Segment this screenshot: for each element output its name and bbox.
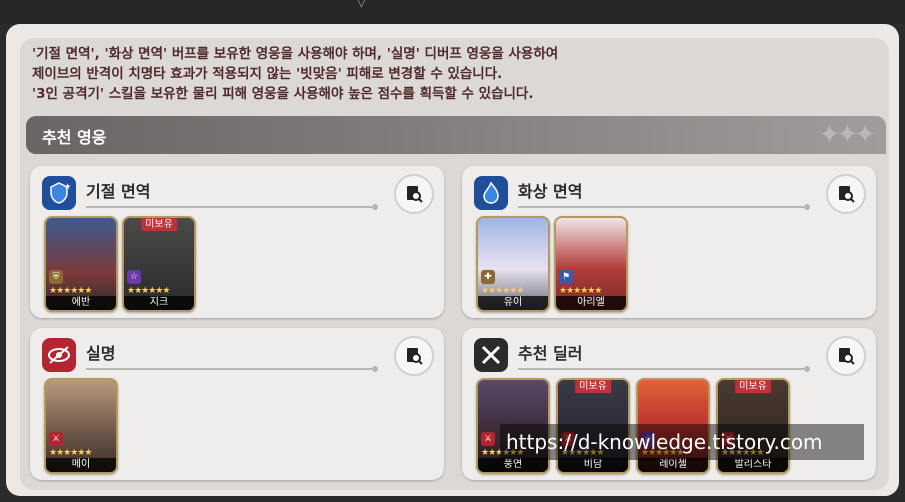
title-underline	[86, 204, 378, 210]
crossed-swords-icon	[474, 338, 508, 372]
description-line: 제이브의 반격이 치명타 효과가 적용되지 않는 '빗맞음' 피해로 변경할 수…	[32, 66, 503, 82]
not-owned-badge: 미보유	[735, 380, 771, 393]
not-owned-badge: 미보유	[575, 380, 611, 393]
section-title: 추천 영웅	[42, 128, 107, 147]
search-hero-button[interactable]	[826, 174, 866, 214]
stun-immunity-icon: ★	[42, 176, 76, 210]
hero-name: 지크	[124, 296, 194, 310]
search-hero-button[interactable]	[826, 336, 866, 376]
star-rating: ★★★★★★	[559, 286, 602, 296]
search-icon	[839, 348, 855, 365]
warrior-class-icon: ⚔	[49, 432, 63, 446]
card-title: 화상 면역	[518, 182, 583, 201]
decorative-stars-icon: ✦✦✦	[818, 120, 876, 150]
warrior-class-icon: ⚔	[481, 432, 495, 446]
inner-panel: '기절 면역', '화상 면역' 버프를 보유한 영웅을 사용해야 하며, '실…	[20, 38, 889, 490]
hero-name: 레이첼	[638, 458, 708, 472]
star-rating: ★★★★★★	[127, 286, 170, 296]
card-blind: 실명 ⚔ ★★★★★★ 메이	[30, 328, 444, 480]
hero-name: 메이	[46, 458, 116, 472]
mission-description: '기절 면역', '화상 면역' 버프를 보유한 영웅을 사용해야 하며, '실…	[32, 44, 872, 104]
healer-class-icon: ✚	[481, 270, 495, 284]
hero-card-yui[interactable]: ✚ ★★★★★★ 유이	[476, 216, 550, 312]
card-stun-immunity: ★ 기절 면역 ⛨ ★★★★★★ 에반 미보유 ☆ ★★★★★★ 지크	[30, 166, 444, 318]
search-icon	[407, 186, 423, 203]
hero-card-evan[interactable]: ⛨ ★★★★★★ 에반	[44, 216, 118, 312]
description-line: '기절 면역', '화상 면역' 버프를 보유한 영웅을 사용해야 하며, '실…	[32, 46, 559, 62]
recommended-heroes-header: 추천 영웅 ✦✦✦	[26, 116, 886, 154]
card-title: 추천 딜러	[518, 344, 583, 363]
star-class-icon: ☆	[127, 270, 141, 284]
hero-name: 풍연	[478, 458, 548, 472]
search-icon	[407, 348, 423, 365]
hero-name: 비담	[558, 458, 628, 472]
shield-class-icon: ⛨	[49, 270, 63, 284]
top-bar: ▽	[0, 0, 905, 24]
star-rating: ★★★★★★	[49, 448, 92, 458]
search-hero-button[interactable]	[394, 336, 434, 376]
flag-class-icon: ⚑	[559, 270, 573, 284]
title-underline	[518, 366, 810, 372]
watermark-url: https://d-knowledge.tistory.com	[500, 424, 864, 460]
description-line: '3인 공격기' 스킬을 보유한 물리 피해 영웅을 사용해야 높은 점수를 획…	[32, 86, 534, 102]
hero-name: 발리스타	[718, 458, 788, 472]
card-title: 실명	[86, 344, 116, 363]
chevron-down-icon[interactable]: ▽	[356, 0, 367, 10]
hero-card-zik[interactable]: 미보유 ☆ ★★★★★★ 지크	[122, 216, 196, 312]
hero-card-ariel[interactable]: ⚑ ★★★★★★ 아리엘	[554, 216, 628, 312]
search-icon	[839, 186, 855, 203]
hero-name: 아리엘	[556, 296, 626, 310]
title-underline	[86, 366, 378, 372]
title-underline	[518, 204, 810, 210]
hero-name: 유이	[478, 296, 548, 310]
card-burn-immunity: 화상 면역 ✚ ★★★★★★ 유이 ⚑ ★★★★★★ 아리엘	[462, 166, 876, 318]
svg-text:★: ★	[64, 182, 71, 191]
search-hero-button[interactable]	[394, 174, 434, 214]
hero-name: 에반	[46, 296, 116, 310]
blind-icon	[42, 338, 76, 372]
burn-immunity-icon	[474, 176, 508, 210]
hero-card-mei[interactable]: ⚔ ★★★★★★ 메이	[44, 378, 118, 474]
star-rating: ★★★★★★	[49, 286, 92, 296]
card-title: 기절 면역	[86, 182, 151, 201]
not-owned-badge: 미보유	[141, 218, 177, 231]
star-rating: ★★★★★★	[481, 286, 524, 296]
